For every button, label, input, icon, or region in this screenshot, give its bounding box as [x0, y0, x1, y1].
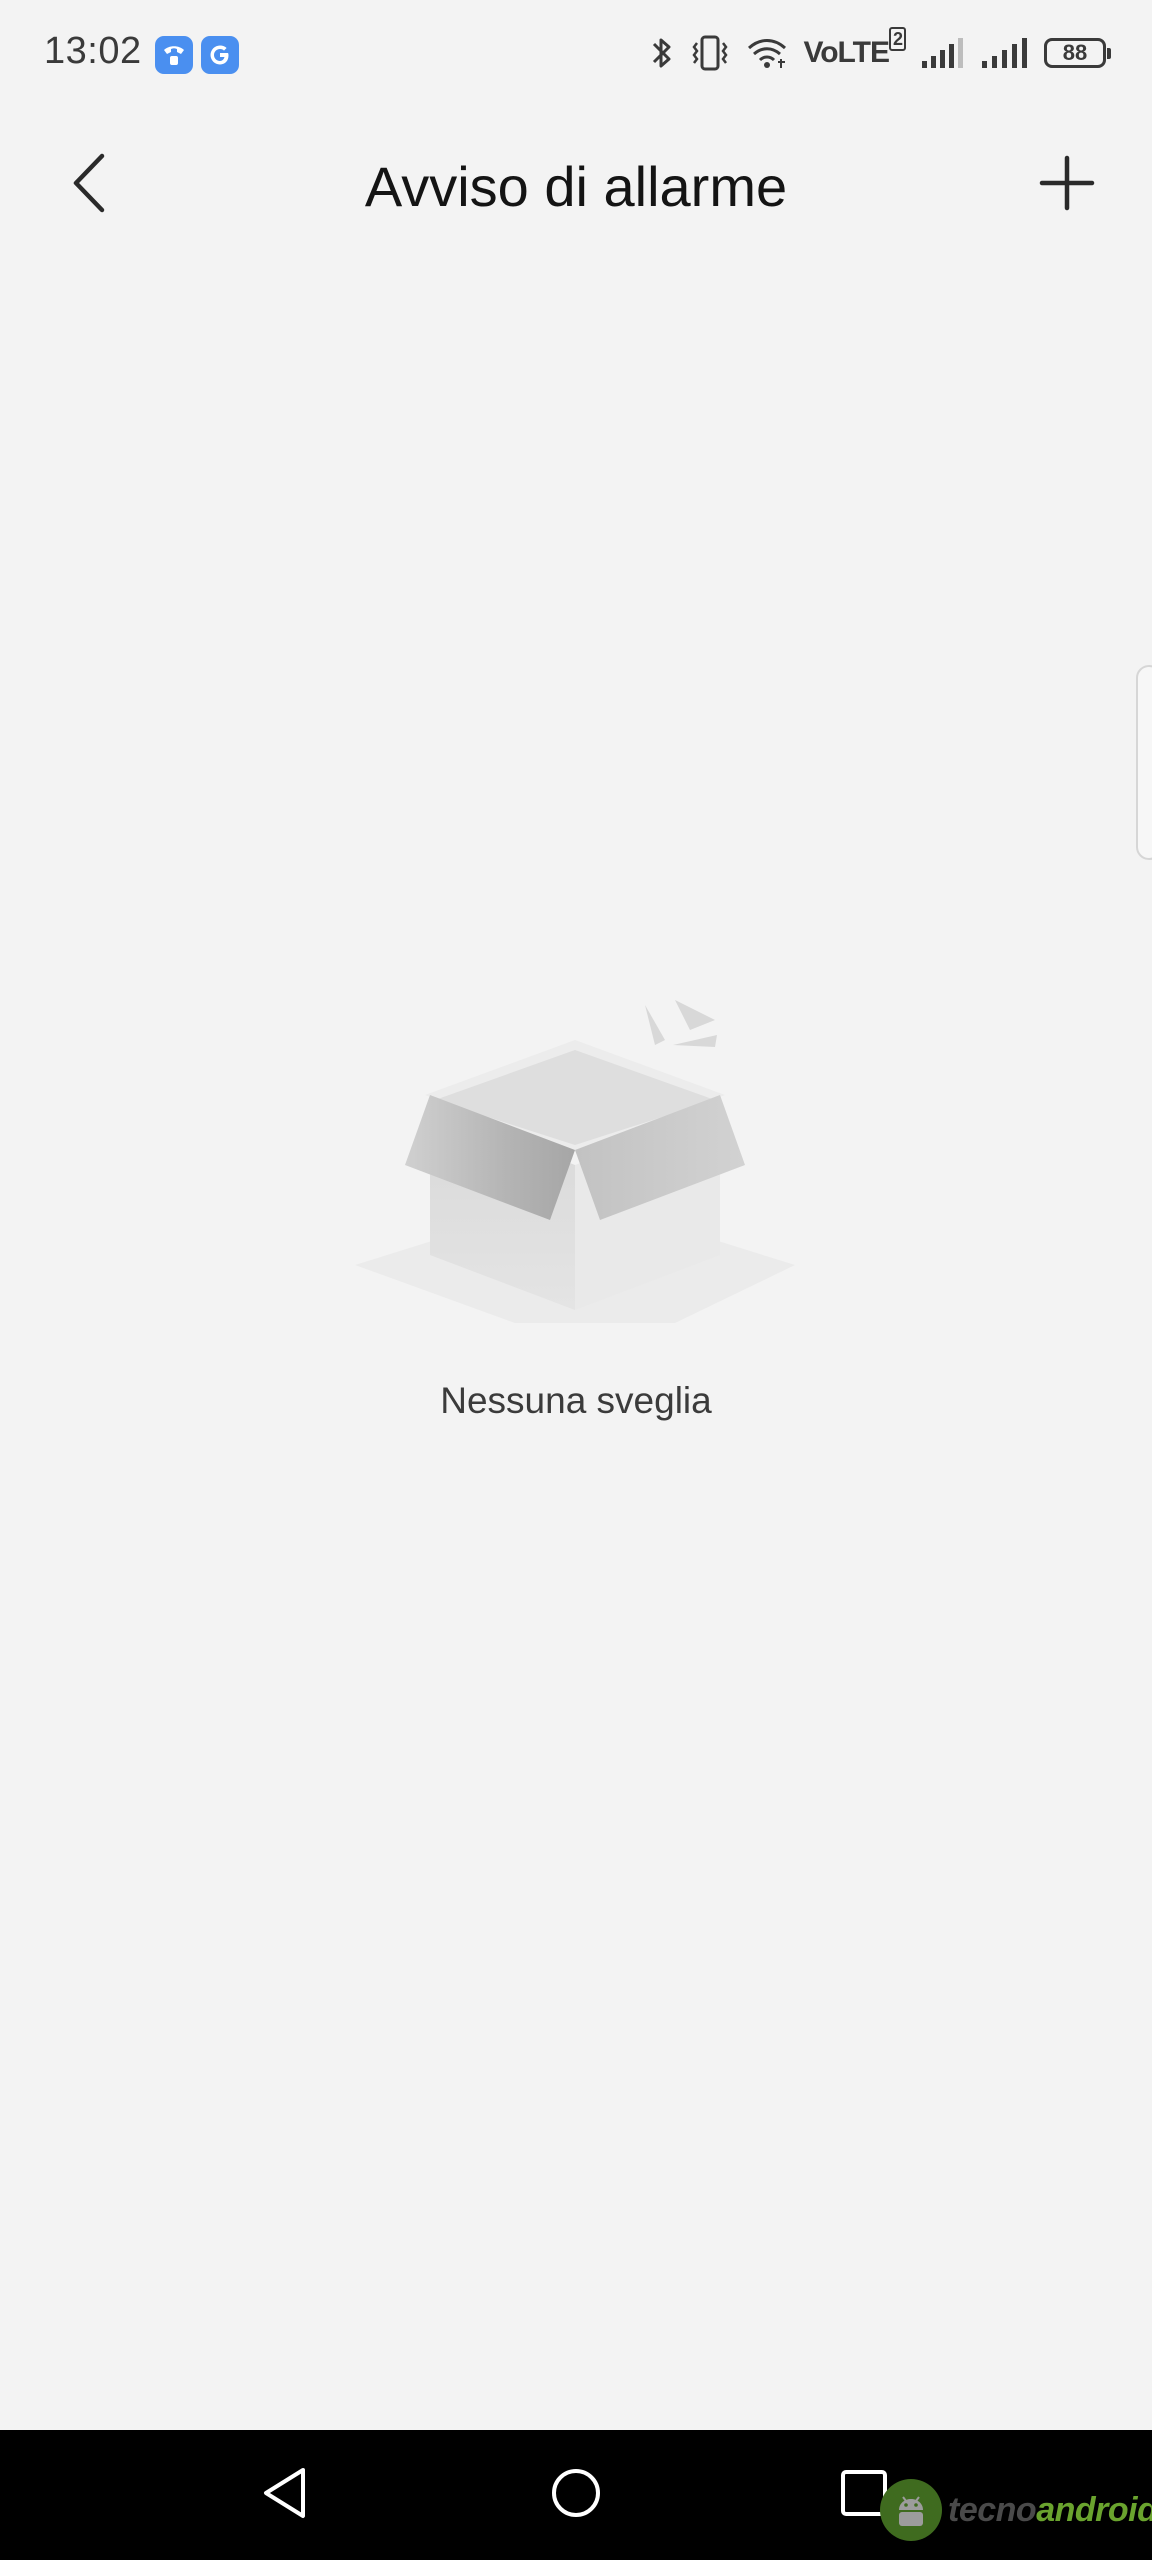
- wifi-icon: [745, 34, 789, 72]
- status-indicators: VoLTE 2 88: [649, 27, 1111, 76]
- empty-state-message: Nessuna sveglia: [440, 1380, 712, 1421]
- nav-back-button[interactable]: [250, 2465, 320, 2525]
- add-alarm-button[interactable]: [1024, 142, 1110, 228]
- status-time: 13:02: [44, 30, 142, 72]
- page-title: Avviso di allarme: [364, 155, 788, 218]
- battery-level: 88: [1062, 40, 1088, 65]
- watermark: tecnoandroid: [880, 2478, 1152, 2542]
- app-header: Avviso di allarme: [0, 120, 1152, 250]
- bluetooth-icon: [649, 34, 675, 72]
- android-robot-icon: [880, 2479, 942, 2541]
- side-panel-handle[interactable]: [1136, 665, 1152, 860]
- home-circle-icon: [549, 2466, 603, 2525]
- volte-indicator: VoLTE 2: [803, 27, 906, 70]
- plus-icon: [1039, 155, 1095, 216]
- empty-box-icon: [355, 995, 795, 1325]
- nav-home-button[interactable]: [541, 2465, 611, 2525]
- status-bar: 13:02 VoLTE 2 88: [0, 0, 1152, 110]
- signal-strength-icon: [980, 37, 1030, 69]
- google-app-icon: [201, 36, 239, 74]
- battery-icon: 88: [1044, 38, 1111, 68]
- vibrate-icon: [689, 33, 731, 73]
- back-triangle-icon: [260, 2466, 310, 2525]
- watermark-text: tecnoandroid: [948, 2490, 1152, 2529]
- sim-number: 2: [888, 27, 906, 51]
- signal-strength-icon: [920, 37, 966, 69]
- phone-call-app-icon: [155, 36, 193, 74]
